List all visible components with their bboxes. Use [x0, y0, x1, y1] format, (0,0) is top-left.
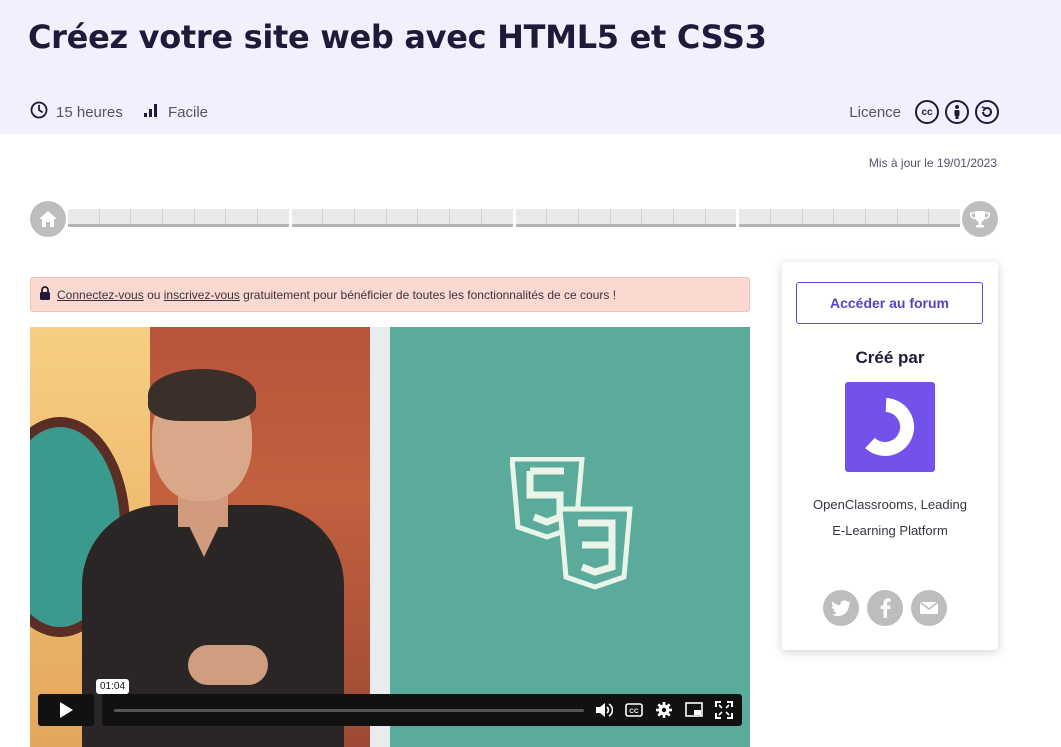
play-button[interactable]	[38, 694, 94, 726]
course-duration: 15 heures	[30, 101, 123, 123]
signal-bars-icon	[142, 101, 160, 123]
last-updated: Mis à jour le 19/01/2023	[868, 156, 997, 170]
settings-gear-icon[interactable]	[654, 700, 674, 720]
course-sidebar: Accéder au forum Créé par OpenClassrooms…	[782, 262, 998, 650]
progress-section[interactable]	[291, 209, 513, 227]
instructor-video-frame	[30, 327, 390, 747]
twitter-icon[interactable]	[823, 590, 859, 626]
time-tooltip: 01:04	[96, 679, 130, 694]
course-progress-bar	[30, 201, 998, 237]
html5-css3-badges-icon	[510, 457, 633, 590]
trophy-icon[interactable]	[962, 201, 998, 237]
sa-icon	[975, 100, 999, 124]
progress-track	[68, 209, 960, 227]
login-link[interactable]: Connectez-vous	[57, 288, 144, 302]
volume-icon[interactable]	[594, 700, 614, 720]
video-scrubber[interactable]	[114, 708, 584, 712]
share-buttons	[823, 590, 947, 626]
home-icon[interactable]	[30, 201, 66, 237]
svg-text:CC: CC	[629, 708, 639, 715]
licence-label: Licence	[849, 103, 901, 121]
by-icon	[945, 100, 969, 124]
progress-section[interactable]	[739, 209, 960, 227]
fullscreen-icon[interactable]	[714, 700, 734, 720]
course-title: Créez votre site web avec HTML5 et CSS3	[28, 18, 767, 56]
video-controls: 01:04 CC	[38, 679, 742, 726]
progress-section[interactable]	[68, 209, 289, 227]
captions-icon[interactable]: CC	[624, 700, 644, 720]
cc-icon: cc	[915, 100, 939, 124]
email-icon[interactable]	[911, 590, 947, 626]
course-level: Facile	[142, 101, 208, 123]
progress-section[interactable]	[515, 209, 737, 227]
notice-text: gratuitement pour bénéficier de toutes l…	[243, 287, 617, 302]
openclassrooms-logo-icon[interactable]	[845, 382, 935, 472]
created-by-heading: Créé par	[855, 348, 925, 367]
clock-icon	[30, 101, 48, 123]
signup-link[interactable]: inscrivez-vous	[164, 288, 240, 302]
course-header: Créez votre site web avec HTML5 et CSS3 …	[0, 0, 1061, 134]
picture-in-picture-icon[interactable]	[684, 700, 704, 720]
html5-css3-logo-panel	[390, 327, 750, 747]
notice-or: ou	[147, 287, 161, 302]
forum-button[interactable]: Accéder au forum	[796, 282, 983, 324]
facebook-icon[interactable]	[867, 590, 903, 626]
duration-text: 15 heures	[56, 103, 123, 121]
creator-name[interactable]: OpenClassrooms, Leading E-Learning Platf…	[792, 492, 988, 544]
video-player[interactable]: 01:04 CC	[30, 327, 750, 747]
level-text: Facile	[168, 103, 209, 121]
licence[interactable]: Licence cc	[849, 100, 999, 124]
login-notice: Connectez-vous ou inscrivez-vous gratuit…	[30, 277, 750, 312]
lock-icon	[39, 285, 51, 304]
